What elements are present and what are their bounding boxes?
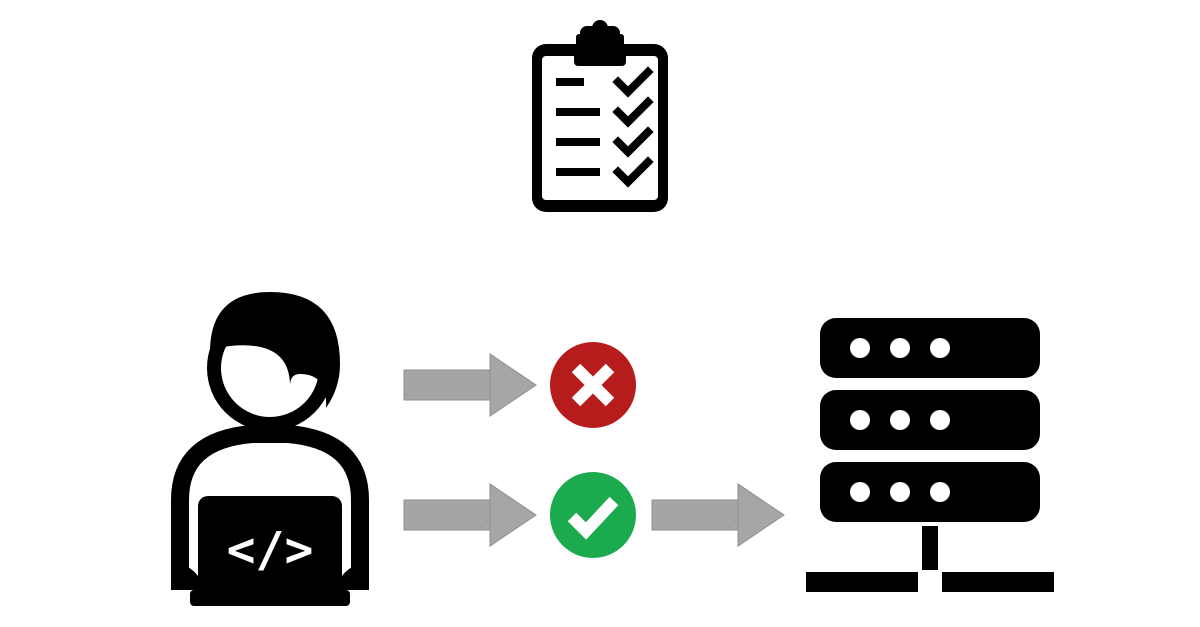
clipboard-checklist-icon — [516, 20, 684, 225]
server-stack-icon — [800, 318, 1060, 613]
x-circle-icon — [548, 340, 638, 435]
arrow-right-icon — [400, 480, 540, 555]
code-glyph: </> — [227, 522, 314, 578]
diagram-canvas: </> — [0, 0, 1200, 627]
developer-laptop-icon: </> — [140, 290, 400, 615]
check-circle-icon — [548, 470, 638, 565]
arrow-right-icon — [400, 350, 540, 425]
arrow-right-icon — [648, 480, 788, 555]
